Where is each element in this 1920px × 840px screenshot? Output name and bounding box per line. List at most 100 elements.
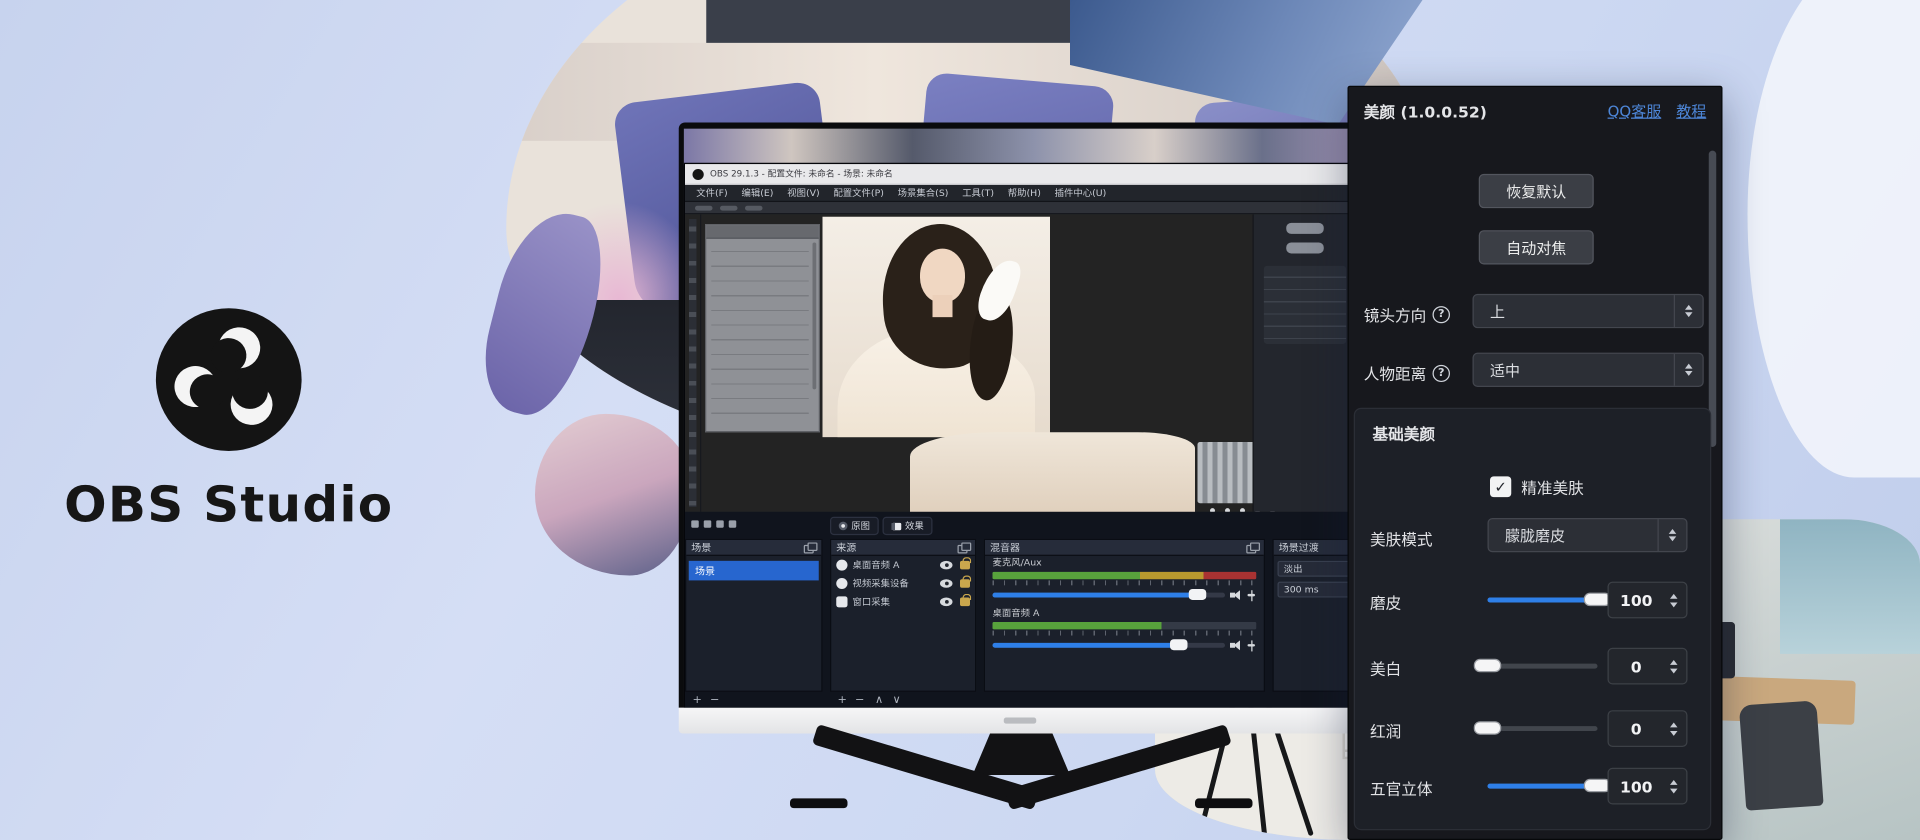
source-row-capture-device[interactable]: 视频采集设备	[831, 574, 975, 592]
select-spinner-icon[interactable]	[1674, 295, 1703, 327]
volume-slider-handle[interactable]	[1170, 639, 1188, 650]
properties-panel[interactable]	[705, 224, 820, 432]
scene-item-selected[interactable]: 场景	[689, 561, 819, 581]
mixer-channel-label: 麦克风/Aux	[985, 556, 1264, 569]
meter-ticks	[993, 631, 1257, 636]
monitor-logo-notch	[1004, 718, 1037, 724]
rosy-spinbox[interactable]: 0	[1608, 710, 1688, 747]
visibility-eye-icon[interactable]	[940, 579, 953, 588]
volume-slider[interactable]	[993, 643, 1226, 648]
menu-profile[interactable]: 配置文件(P)	[833, 186, 883, 199]
autofocus-button[interactable]: 自动对焦	[1479, 230, 1594, 264]
audio-level-meter	[993, 572, 1257, 579]
add-source-button[interactable]: +	[838, 693, 847, 708]
face-3d-spinbox[interactable]: 100	[1608, 768, 1688, 805]
volume-slider[interactable]	[993, 593, 1226, 598]
slider-handle[interactable]	[1474, 721, 1502, 734]
dock-bottom-toolbar: + − + − ∧ ∨	[685, 693, 1355, 708]
dock-stack-icon[interactable]	[1246, 542, 1259, 552]
menu-view[interactable]: 视图(V)	[787, 186, 819, 199]
properties-panel-scrollbar[interactable]	[813, 242, 817, 389]
spinbox-arrows-icon[interactable]	[1664, 659, 1687, 672]
source-row-audio[interactable]: 桌面音频 A	[831, 556, 975, 574]
spinbox-arrows-icon[interactable]	[1664, 779, 1687, 792]
camera-preview-portrait	[823, 217, 1051, 437]
lock-icon[interactable]	[960, 579, 970, 588]
menu-tools[interactable]: 工具(T)	[962, 186, 994, 199]
rosy-slider-row: 红润 0	[1355, 709, 1710, 748]
panel-widget[interactable]	[1286, 223, 1324, 234]
volume-slider-row	[993, 639, 1257, 651]
menu-plugin-center[interactable]: 插件中心(U)	[1055, 186, 1107, 199]
dock-mini-icons[interactable]	[691, 520, 736, 527]
dock-stack-icon[interactable]	[804, 542, 817, 552]
transition-duration[interactable]: 300 ms	[1278, 582, 1351, 598]
help-icon[interactable]: ?	[1433, 364, 1451, 381]
desktop-wallpaper	[684, 129, 1357, 166]
menu-scene-collection[interactable]: 场景集合(S)	[898, 186, 949, 199]
source-up-button[interactable]: ∧	[875, 693, 883, 708]
lock-icon[interactable]	[960, 598, 970, 607]
qq-support-link[interactable]: QQ客服	[1608, 100, 1662, 121]
options-bar	[685, 202, 1355, 214]
face-3d-slider[interactable]	[1488, 784, 1598, 789]
tutorial-link[interactable]: 教程	[1676, 100, 1706, 121]
preview-area	[685, 214, 1355, 512]
monitor-stand-neck	[973, 733, 1071, 775]
monitor-screen: OBS 29.1.3 - 配置文件: 未命名 - 场景: 未命名 文件(F) 编…	[684, 129, 1357, 708]
compare-original-button[interactable]: 原图	[830, 517, 879, 535]
whitening-spinbox[interactable]: 0	[1608, 648, 1688, 685]
obs-titlebar[interactable]: OBS 29.1.3 - 配置文件: 未命名 - 场景: 未命名	[685, 164, 1355, 185]
fader-icon[interactable]	[1246, 640, 1256, 651]
menu-edit[interactable]: 编辑(E)	[741, 186, 773, 199]
menu-help[interactable]: 帮助(H)	[1008, 186, 1041, 199]
spinbox-arrows-icon[interactable]	[1664, 593, 1687, 606]
pink-chair-fragment	[535, 414, 693, 576]
source-row-window-capture[interactable]: 窗口采集	[831, 593, 975, 611]
smoothing-slider[interactable]	[1488, 598, 1598, 603]
person-distance-select[interactable]: 适中	[1473, 353, 1704, 387]
slider-handle[interactable]	[1474, 659, 1502, 672]
basic-beauty-section: 基础美颜 ✓ 精准美肤 美肤模式 朦胧磨皮 磨皮 100	[1354, 408, 1712, 830]
whitening-slider[interactable]	[1488, 664, 1598, 669]
menu-file[interactable]: 文件(F)	[696, 186, 727, 199]
properties-panel-rows	[711, 244, 809, 425]
volume-slider-handle[interactable]	[1188, 589, 1206, 600]
fabric-image-strip	[910, 432, 1195, 512]
smoothing-slider-row: 磨皮 100	[1355, 580, 1710, 619]
lens-direction-select[interactable]: 上	[1473, 294, 1704, 328]
precise-skin-checkbox-row[interactable]: ✓ 精准美肤	[1490, 475, 1584, 498]
remove-source-button[interactable]: −	[855, 693, 864, 708]
select-spinner-icon[interactable]	[1658, 519, 1687, 551]
panel-widget[interactable]	[1286, 242, 1324, 253]
visibility-eye-icon[interactable]	[940, 561, 953, 570]
obs-app-icon	[693, 168, 704, 179]
monitor-stand-foot	[1195, 798, 1253, 808]
lock-icon[interactable]	[960, 561, 970, 570]
restore-defaults-button[interactable]: 恢复默认	[1479, 174, 1594, 208]
add-scene-button[interactable]: +	[693, 693, 702, 708]
dock-stack-icon[interactable]	[958, 542, 971, 552]
checkbox-checked-icon[interactable]: ✓	[1490, 476, 1511, 497]
tool-strip[interactable]	[685, 214, 701, 512]
speaker-icon[interactable]	[1230, 590, 1241, 600]
visibility-eye-icon[interactable]	[940, 598, 953, 607]
skin-mode-select[interactable]: 朦胧磨皮	[1488, 518, 1688, 552]
rosy-slider[interactable]	[1488, 726, 1598, 731]
spinbox-arrows-icon[interactable]	[1664, 722, 1687, 735]
select-spinner-icon[interactable]	[1674, 354, 1703, 386]
window-title: OBS 29.1.3 - 配置文件: 未命名 - 场景: 未命名	[710, 168, 893, 180]
compare-effect-button[interactable]: 效果	[883, 517, 933, 535]
monitor-chin	[679, 708, 1362, 734]
remove-scene-button[interactable]: −	[710, 693, 719, 708]
fader-icon[interactable]	[1246, 590, 1256, 601]
smoothing-spinbox[interactable]: 100	[1608, 582, 1688, 619]
whitening-slider-row: 美白 0	[1355, 647, 1710, 686]
panel-scrollbar[interactable]	[1709, 151, 1717, 447]
help-icon[interactable]: ?	[1433, 306, 1451, 323]
obs-docks: 原图 效果 场景 场景	[685, 512, 1355, 708]
source-down-button[interactable]: ∨	[893, 693, 901, 708]
speaker-icon[interactable]	[1230, 640, 1241, 650]
sources-title: 来源	[836, 541, 856, 554]
transition-select[interactable]: 淡出	[1278, 561, 1351, 577]
